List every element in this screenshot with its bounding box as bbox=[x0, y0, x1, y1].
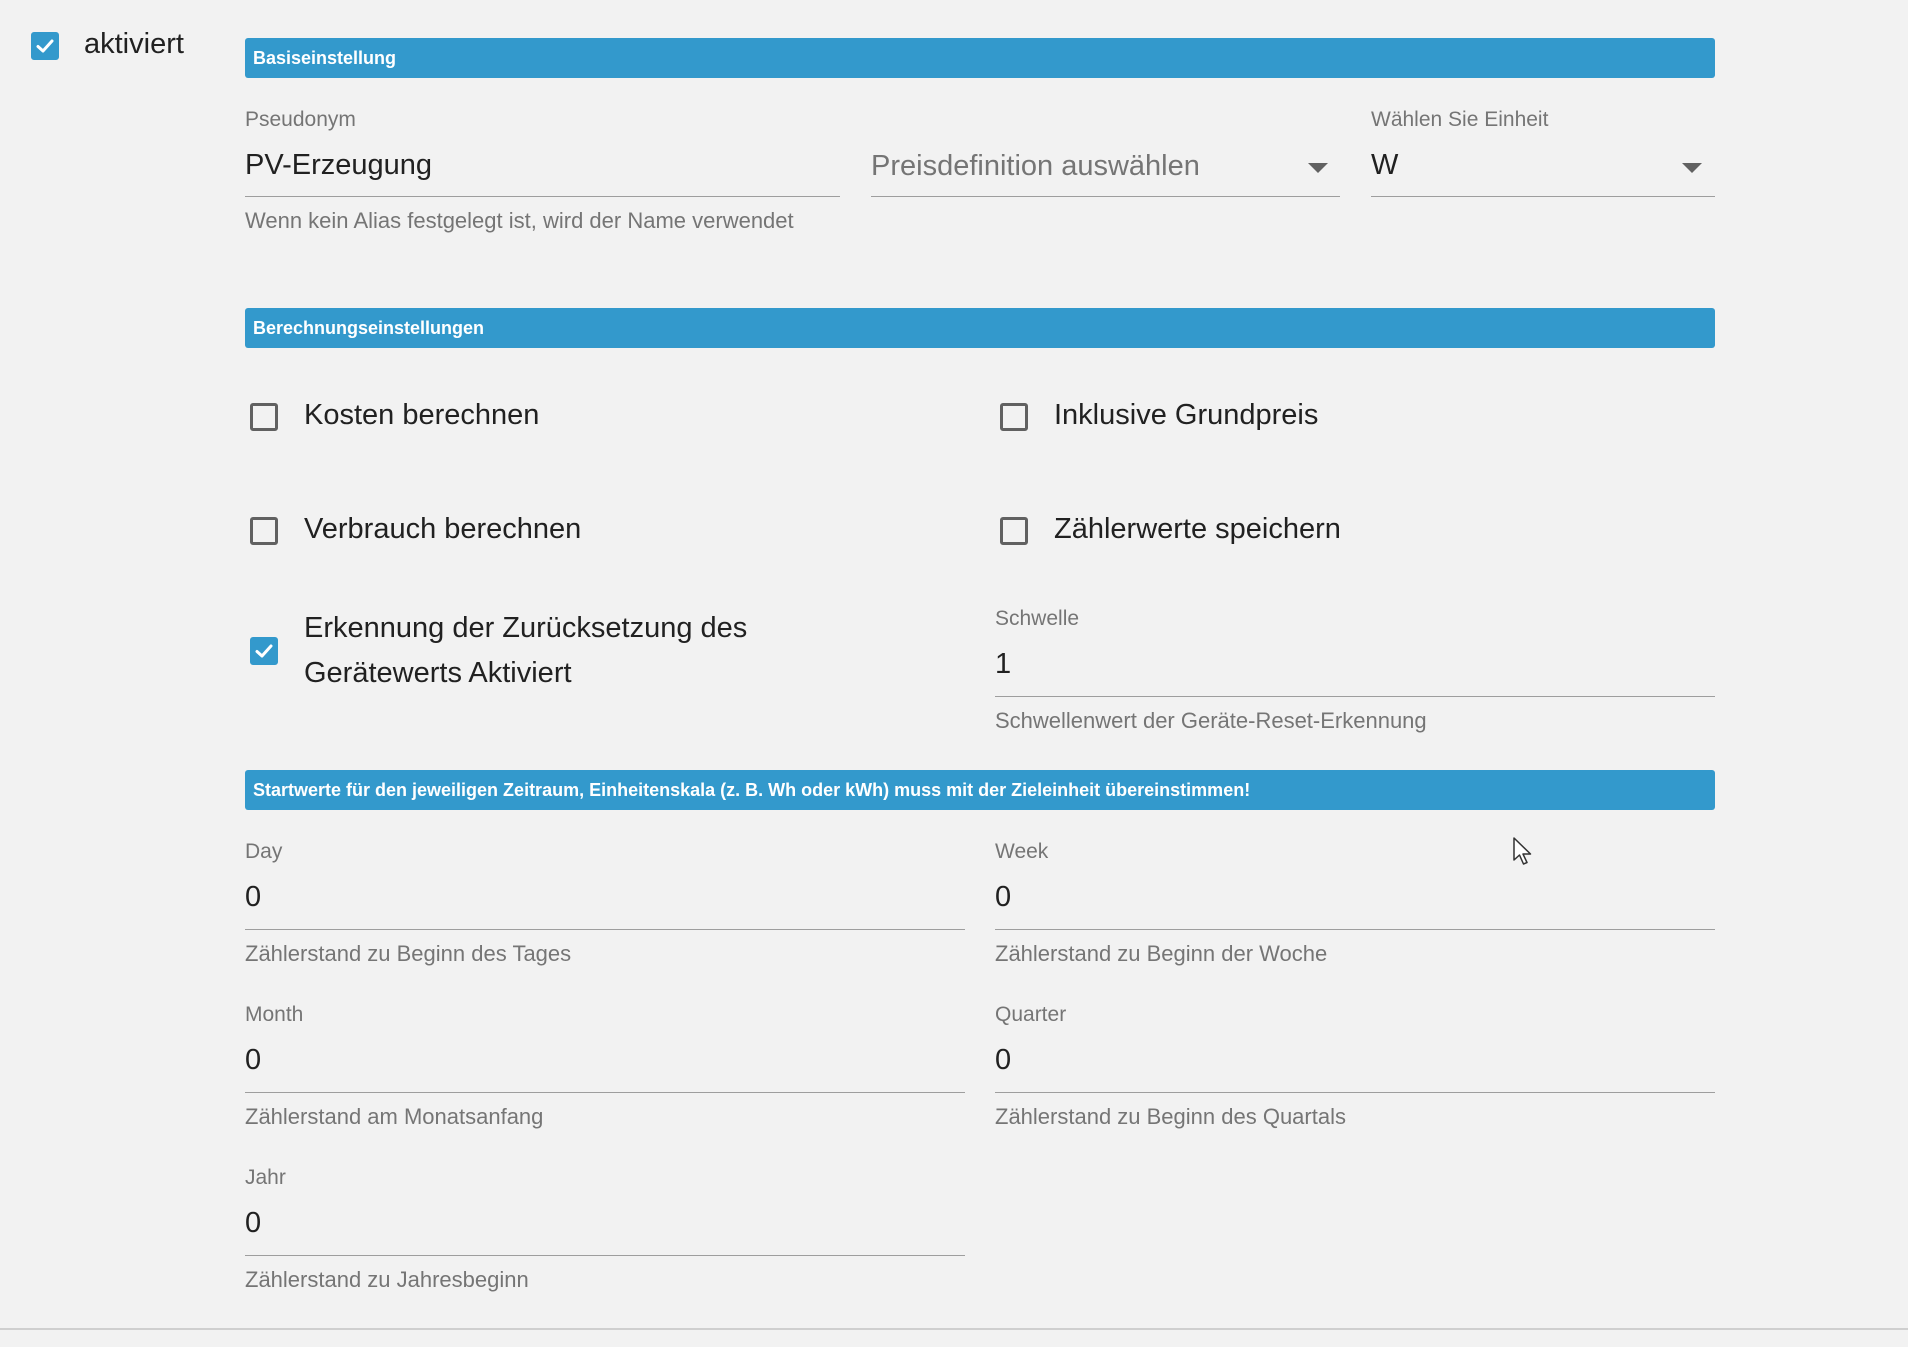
price-definition-placeholder: Preisdefinition auswählen bbox=[871, 150, 1200, 182]
month-label: Month bbox=[245, 1003, 304, 1026]
threshold-input[interactable]: 1 bbox=[995, 648, 1011, 681]
unit-underline bbox=[1371, 196, 1715, 197]
include-base-price-checkbox[interactable] bbox=[1000, 403, 1028, 431]
month-field[interactable]: Month 0 Zählerstand am Monatsanfang bbox=[245, 1000, 965, 1140]
check-icon bbox=[255, 644, 273, 658]
quarter-field[interactable]: Quarter 0 Zählerstand zu Beginn des Quar… bbox=[995, 1000, 1715, 1140]
chevron-down-icon[interactable] bbox=[1682, 163, 1702, 173]
enabled-checkbox[interactable] bbox=[31, 32, 59, 60]
save-meter-values-checkbox[interactable] bbox=[1000, 517, 1028, 545]
month-underline bbox=[245, 1092, 965, 1093]
settings-page: aktiviert Basiseinstellung Pseudonym PV-… bbox=[0, 0, 1908, 1347]
price-definition-select[interactable]: Preisdefinition auswählen bbox=[871, 105, 1340, 200]
section-header-start-values: Startwerte für den jeweiligen Zeitraum, … bbox=[245, 770, 1715, 810]
calculate-costs-checkbox[interactable] bbox=[250, 403, 278, 431]
week-input[interactable]: 0 bbox=[995, 881, 1011, 914]
include-base-price-label: Inklusive Grundpreis bbox=[1054, 399, 1319, 431]
threshold-helper-text: Schwellenwert der Geräte-Reset-Erkennung bbox=[995, 708, 1427, 733]
alias-label: Pseudonym bbox=[245, 108, 356, 131]
section-header-calculation: Berechnungseinstellungen bbox=[245, 308, 1715, 348]
day-underline bbox=[245, 929, 965, 930]
threshold-underline bbox=[995, 696, 1715, 697]
check-icon bbox=[36, 39, 54, 53]
quarter-input[interactable]: 0 bbox=[995, 1044, 1011, 1077]
calculate-costs-label: Kosten berechnen bbox=[304, 399, 540, 431]
day-label: Day bbox=[245, 840, 283, 863]
month-input[interactable]: 0 bbox=[245, 1044, 261, 1077]
price-definition-underline bbox=[871, 196, 1340, 197]
calculate-consumption-checkbox[interactable] bbox=[250, 517, 278, 545]
quarter-underline bbox=[995, 1092, 1715, 1093]
quarter-label: Quarter bbox=[995, 1003, 1067, 1026]
day-helper-text: Zählerstand zu Beginn des Tages bbox=[245, 941, 572, 966]
year-helper-text: Zählerstand zu Jahresbeginn bbox=[245, 1267, 529, 1292]
reset-detection-checkbox[interactable] bbox=[250, 637, 278, 665]
month-helper-text: Zählerstand am Monatsanfang bbox=[245, 1104, 544, 1129]
week-field[interactable]: Week 0 Zählerstand zu Beginn der Woche bbox=[995, 837, 1715, 977]
unit-select[interactable]: Wählen Sie Einheit W bbox=[1371, 105, 1715, 200]
bottom-divider bbox=[0, 1328, 1908, 1330]
unit-value: W bbox=[1371, 149, 1399, 181]
alias-helper-text: Wenn kein Alias festgelegt ist, wird der… bbox=[245, 208, 794, 233]
year-field[interactable]: Jahr 0 Zählerstand zu Jahresbeginn bbox=[245, 1163, 965, 1303]
week-underline bbox=[995, 929, 1715, 930]
year-label: Jahr bbox=[245, 1166, 286, 1189]
reset-detection-label-line1: Erkennung der Zurücksetzung des bbox=[304, 612, 748, 644]
threshold-label: Schwelle bbox=[995, 607, 1080, 630]
section-header-basic: Basiseinstellung bbox=[245, 38, 1715, 78]
unit-label: Wählen Sie Einheit bbox=[1371, 108, 1549, 131]
day-input[interactable]: 0 bbox=[245, 881, 261, 914]
alias-field[interactable]: Pseudonym PV-Erzeugung Wenn kein Alias f… bbox=[245, 105, 840, 275]
save-meter-values-label: Zählerwerte speichern bbox=[1054, 513, 1341, 545]
chevron-down-icon[interactable] bbox=[1308, 163, 1328, 173]
reset-detection-label-line2: Gerätewerts Aktiviert bbox=[304, 657, 572, 689]
week-label: Week bbox=[995, 840, 1049, 863]
week-helper-text: Zählerstand zu Beginn der Woche bbox=[995, 941, 1328, 966]
alias-underline bbox=[245, 196, 840, 197]
year-underline bbox=[245, 1255, 965, 1256]
mouse-pointer-icon bbox=[1513, 837, 1532, 865]
alias-input[interactable]: PV-Erzeugung bbox=[245, 149, 432, 182]
quarter-helper-text: Zählerstand zu Beginn des Quartals bbox=[995, 1104, 1346, 1129]
enabled-label: aktiviert bbox=[84, 28, 184, 60]
day-field[interactable]: Day 0 Zählerstand zu Beginn des Tages bbox=[245, 837, 965, 977]
calculate-consumption-label: Verbrauch berechnen bbox=[304, 513, 582, 545]
year-input[interactable]: 0 bbox=[245, 1207, 261, 1240]
threshold-field[interactable]: Schwelle 1 Schwellenwert der Geräte-Rese… bbox=[995, 604, 1715, 744]
